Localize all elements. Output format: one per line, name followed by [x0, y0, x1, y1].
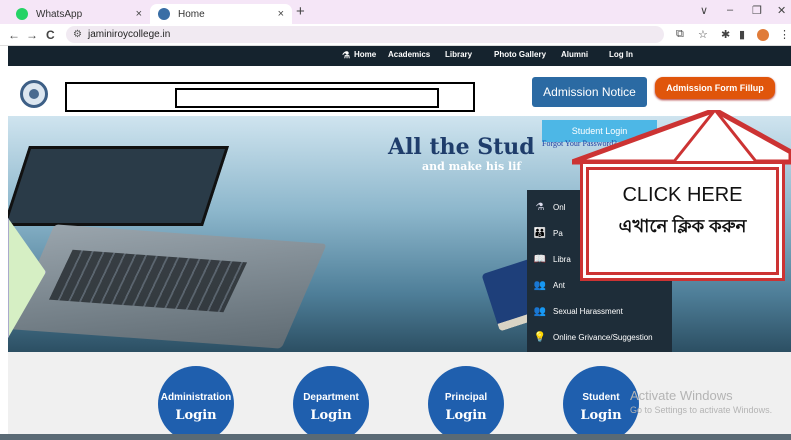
watermark-subtitle: Go to Settings to activate Windows.	[630, 405, 773, 415]
tab-search-icon[interactable]: ∨	[700, 4, 708, 17]
family-icon: 👪	[533, 227, 547, 239]
menu-item-grievance[interactable]: 💡 Online Grivance/Suggestion	[527, 324, 672, 350]
tab-close-icon[interactable]: ×	[136, 8, 142, 20]
login-label: Login	[175, 408, 217, 423]
people-icon: 👥	[533, 279, 547, 291]
site-nav-bar: ⚗ Home Academics Library Photo Gallery A…	[8, 46, 791, 66]
redacted-subtitle-box	[175, 88, 439, 108]
cast-icon[interactable]: ⧉	[676, 28, 684, 41]
nav-home[interactable]: Home	[354, 50, 376, 59]
menu-item-label: Sexual Harassment	[553, 306, 623, 316]
restore-button[interactable]: ❐	[752, 4, 762, 17]
menu-item-sexual-harassment[interactable]: 👥 Sexual Harassment	[527, 298, 672, 324]
tab-whatsapp[interactable]: WhatsApp ×	[8, 4, 150, 24]
menu-item-label: Libra	[553, 254, 571, 264]
login-label: Login	[310, 408, 352, 423]
book-icon: 📖	[533, 253, 547, 265]
people-icon: 👥	[533, 305, 547, 317]
college-logo	[20, 80, 48, 108]
browser-tab-bar: WhatsApp × Home × + ∨ – ❐ ✕	[0, 0, 791, 24]
department-login-button[interactable]: Department Login	[293, 366, 369, 440]
tab-close-icon[interactable]: ×	[278, 8, 284, 20]
login-title: Student	[582, 392, 620, 403]
whatsapp-icon	[16, 8, 28, 20]
admission-form-fillup-button[interactable]: Admission Form Fillup	[655, 77, 775, 99]
login-title: Principal	[444, 392, 488, 403]
close-window-button[interactable]: ✕	[777, 4, 786, 17]
back-button[interactable]: ←	[8, 28, 20, 42]
admission-notice-button[interactable]: Admission Notice	[532, 77, 647, 107]
nav-academics[interactable]: Academics	[388, 50, 430, 59]
site-header: Admission Notice Admission Form Fillup	[8, 66, 791, 116]
click-here-callout: CLICK HERE এখানে ক্লিক করুন	[580, 161, 785, 281]
menu-item-label: Pa	[553, 228, 563, 238]
bookmark-star-icon[interactable]: ☆	[698, 28, 708, 41]
hero-tagline: All the Stud	[388, 134, 535, 160]
student-login-circle-button[interactable]: Student Login	[563, 366, 639, 440]
principal-login-button[interactable]: Principal Login	[428, 366, 504, 440]
tab-label: WhatsApp	[36, 8, 83, 20]
new-tab-button[interactable]: +	[296, 3, 305, 20]
minimize-button[interactable]: –	[727, 4, 733, 16]
login-label: Login	[580, 408, 622, 423]
site-settings-icon[interactable]: ⚙	[73, 26, 82, 43]
nav-log-in[interactable]: Log In	[609, 50, 633, 59]
hero-subtagline: and make his lif	[422, 160, 522, 173]
callout-english-text: CLICK HERE	[622, 184, 743, 206]
address-bar-row: ← → C ⚙ jaminiroycollege.in ⧉ ☆ ✱ ▮ ⋮	[0, 24, 791, 46]
menu-item-label: Online Grivance/Suggestion	[553, 332, 653, 342]
login-title: Administration	[160, 392, 232, 403]
side-panel-icon[interactable]: ▮	[739, 28, 745, 41]
browser-menu-icon[interactable]: ⋮	[779, 28, 790, 41]
nav-library[interactable]: Library	[445, 50, 472, 59]
site-favicon-icon	[158, 8, 170, 20]
callout-bengali-text: এখানে ক্লিক করুন	[618, 216, 747, 236]
url-text: jaminiroycollege.in	[88, 29, 171, 40]
login-title: Department	[303, 392, 359, 403]
administration-login-button[interactable]: Administration Login	[158, 366, 234, 440]
menu-item-label: Ant	[553, 280, 566, 290]
menu-item-label: Onl	[553, 202, 566, 212]
tab-label: Home	[178, 8, 205, 20]
reload-button[interactable]: C	[46, 28, 55, 42]
profile-avatar[interactable]	[757, 29, 769, 41]
login-label: Login	[445, 408, 487, 423]
home-icon: ⚗	[342, 50, 351, 60]
nav-photo-gallery[interactable]: Photo Gallery	[494, 50, 546, 59]
forward-button[interactable]: →	[26, 28, 38, 42]
tab-home[interactable]: Home ×	[150, 4, 292, 24]
flask-icon: ⚗	[535, 201, 545, 213]
url-field[interactable]: ⚙ jaminiroycollege.in	[66, 26, 664, 43]
watermark-title: Activate Windows	[630, 388, 733, 403]
extensions-icon[interactable]: ✱	[721, 28, 730, 41]
bottom-strip	[0, 434, 791, 440]
nav-alumni[interactable]: Alumni	[561, 50, 588, 59]
lightbulb-icon: 💡	[533, 331, 547, 343]
windows-activation-watermark: Activate Windows Go to Settings to activ…	[630, 388, 772, 415]
laptop-illustration	[8, 146, 229, 226]
